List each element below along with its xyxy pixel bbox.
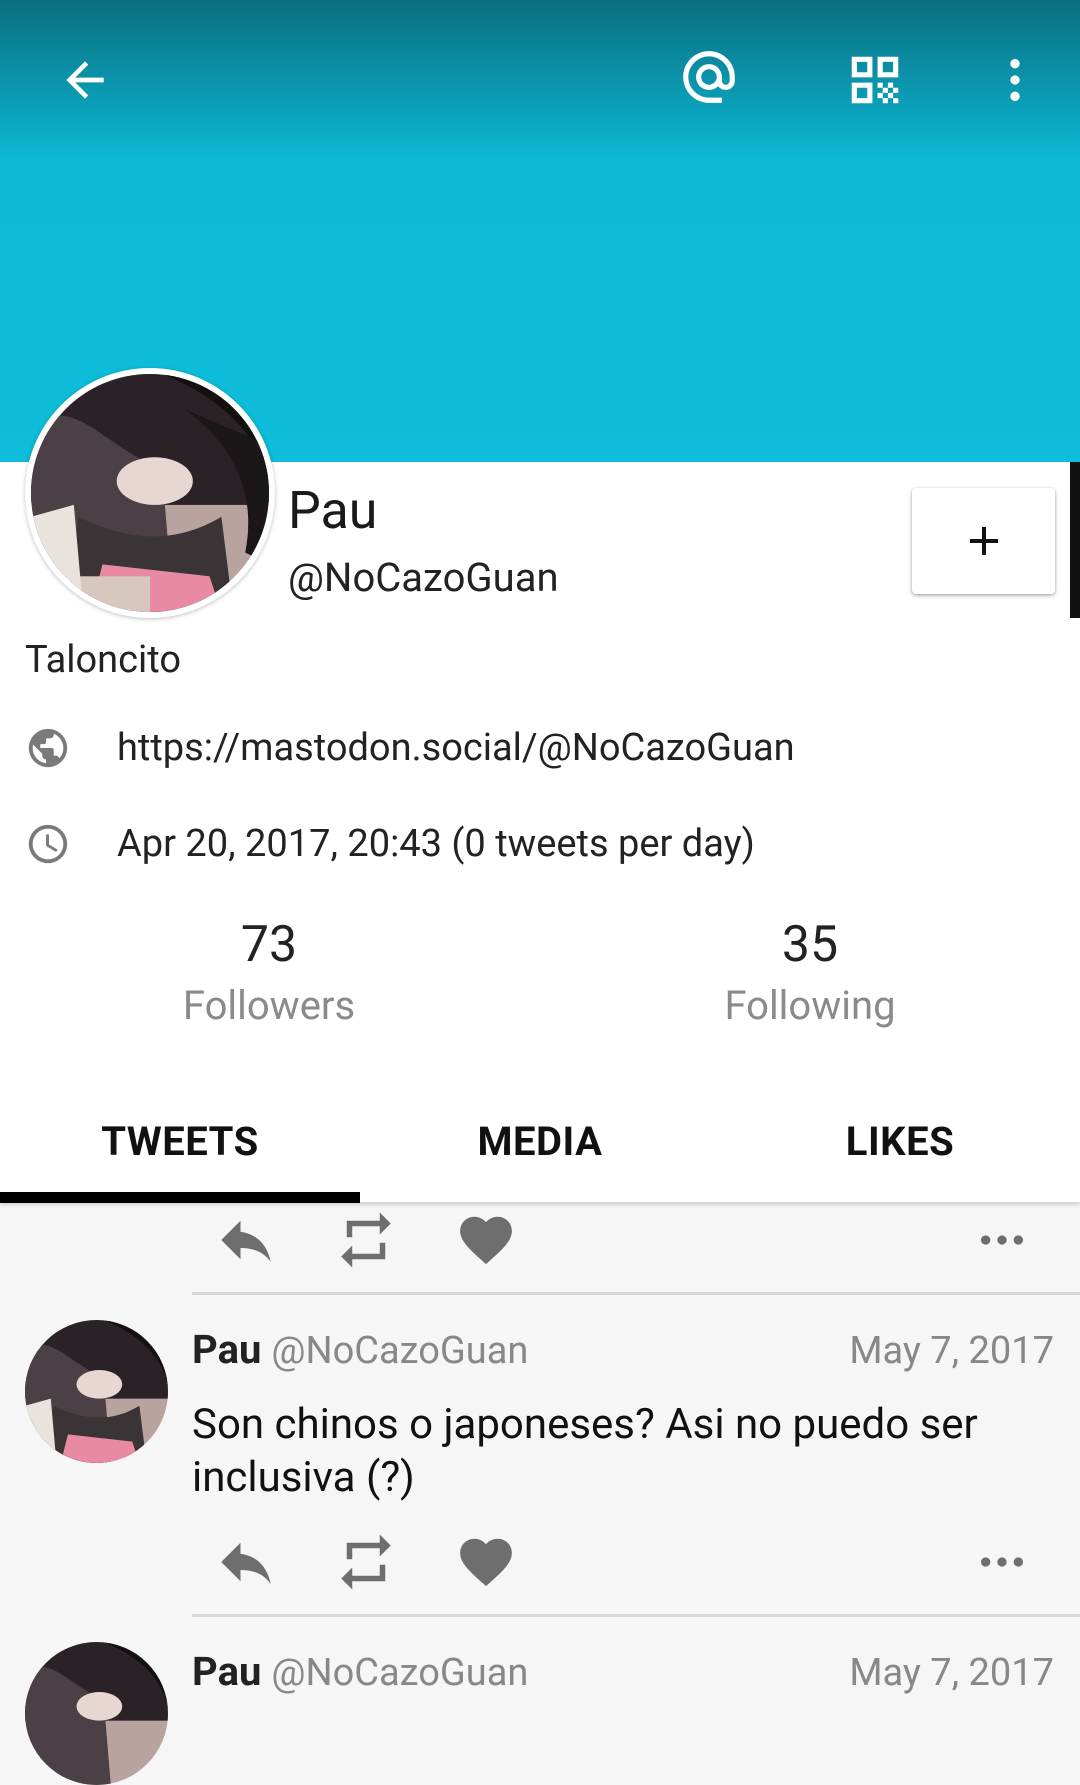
profile-avatar[interactable]: [25, 368, 275, 618]
status-author-acct: @NoCazoGuan: [271, 1651, 529, 1695]
favourite-button[interactable]: [450, 1205, 522, 1275]
following-stat[interactable]: 35 Following: [660, 920, 960, 1026]
reply-button[interactable]: [210, 1527, 282, 1597]
more-horizontal-icon: [981, 1557, 1023, 1567]
clock-icon: [28, 824, 68, 864]
globe-icon: [28, 728, 68, 768]
at-mention-icon: [683, 51, 735, 103]
avatar-image: [25, 1320, 168, 1463]
follow-button[interactable]: [912, 488, 1055, 594]
profile-bio: Taloncito: [25, 638, 182, 682]
boost-button[interactable]: [330, 1527, 402, 1597]
status-action-row: [0, 1205, 1080, 1275]
followers-count: 73: [240, 916, 298, 974]
reply-button[interactable]: [210, 1205, 282, 1275]
status-header: Pau @NoCazoGuan May 7, 2017: [192, 1651, 1054, 1695]
scroll-edge-indicator: [1070, 462, 1080, 618]
status-author-acct: @NoCazoGuan: [271, 1329, 529, 1373]
followers-stat[interactable]: 73 Followers: [119, 920, 419, 1026]
profile-joined-text: Apr 20, 2017, 20:43 (0 tweets per day): [117, 822, 755, 866]
selected-tab-indicator: [0, 1192, 360, 1203]
status-date: May 7, 2017: [849, 1329, 1054, 1373]
boost-button[interactable]: [330, 1205, 402, 1275]
overflow-menu-button[interactable]: [985, 45, 1045, 115]
favourite-button[interactable]: [450, 1527, 522, 1597]
favourite-icon: [460, 1216, 512, 1265]
favourite-icon: [460, 1538, 512, 1587]
status-more-button[interactable]: [966, 1527, 1038, 1597]
reply-icon: [221, 1542, 271, 1584]
qr-code-button[interactable]: [840, 45, 910, 115]
profile-username: @NoCazoGuan: [288, 554, 559, 601]
status-avatar[interactable]: [25, 1642, 168, 1785]
avatar-image: [25, 1642, 168, 1785]
following-count: 35: [781, 916, 839, 974]
status-divider: [192, 1614, 1080, 1617]
status-date: May 7, 2017: [849, 1651, 1054, 1695]
tab-tweets[interactable]: TWEETS: [0, 1080, 360, 1202]
reply-icon: [221, 1220, 271, 1262]
qr-code-icon: [851, 56, 899, 104]
top-toolbar: [0, 0, 1080, 160]
following-label: Following: [724, 982, 896, 1029]
profile-joined-row: Apr 20, 2017, 20:43 (0 tweets per day): [25, 821, 755, 867]
avatar-image: [31, 374, 269, 612]
profile-url-row[interactable]: https://mastodon.social/@NoCazoGuan: [25, 725, 795, 771]
status-header: Pau @NoCazoGuan May 7, 2017: [192, 1329, 1054, 1373]
boost-icon: [341, 1534, 391, 1590]
back-arrow-icon: [66, 61, 104, 99]
followers-label: Followers: [182, 982, 356, 1029]
status-divider: [192, 1292, 1080, 1295]
plus-icon: [969, 527, 998, 555]
mention-button[interactable]: [672, 40, 746, 114]
boost-icon: [341, 1212, 391, 1268]
profile-display-name: Pau: [288, 480, 378, 541]
tab-media[interactable]: MEDIA: [360, 1080, 720, 1202]
overflow-menu-icon: [1010, 59, 1020, 101]
status-author-name: Pau: [192, 1326, 262, 1373]
tab-likes[interactable]: LIKES: [720, 1080, 1080, 1202]
profile-tabs: TWEETS MEDIA LIKES: [0, 1080, 1080, 1202]
more-horizontal-icon: [981, 1235, 1023, 1245]
status-more-button[interactable]: [966, 1205, 1038, 1275]
status-action-row: [0, 1527, 1080, 1597]
status-text: Son chinos o japoneses? Asi no puedo ser…: [192, 1400, 978, 1502]
profile-url-text[interactable]: https://mastodon.social/@NoCazoGuan: [117, 729, 795, 767]
status-author-name: Pau: [192, 1648, 262, 1695]
status-avatar[interactable]: [25, 1320, 168, 1463]
back-button[interactable]: [50, 45, 120, 115]
